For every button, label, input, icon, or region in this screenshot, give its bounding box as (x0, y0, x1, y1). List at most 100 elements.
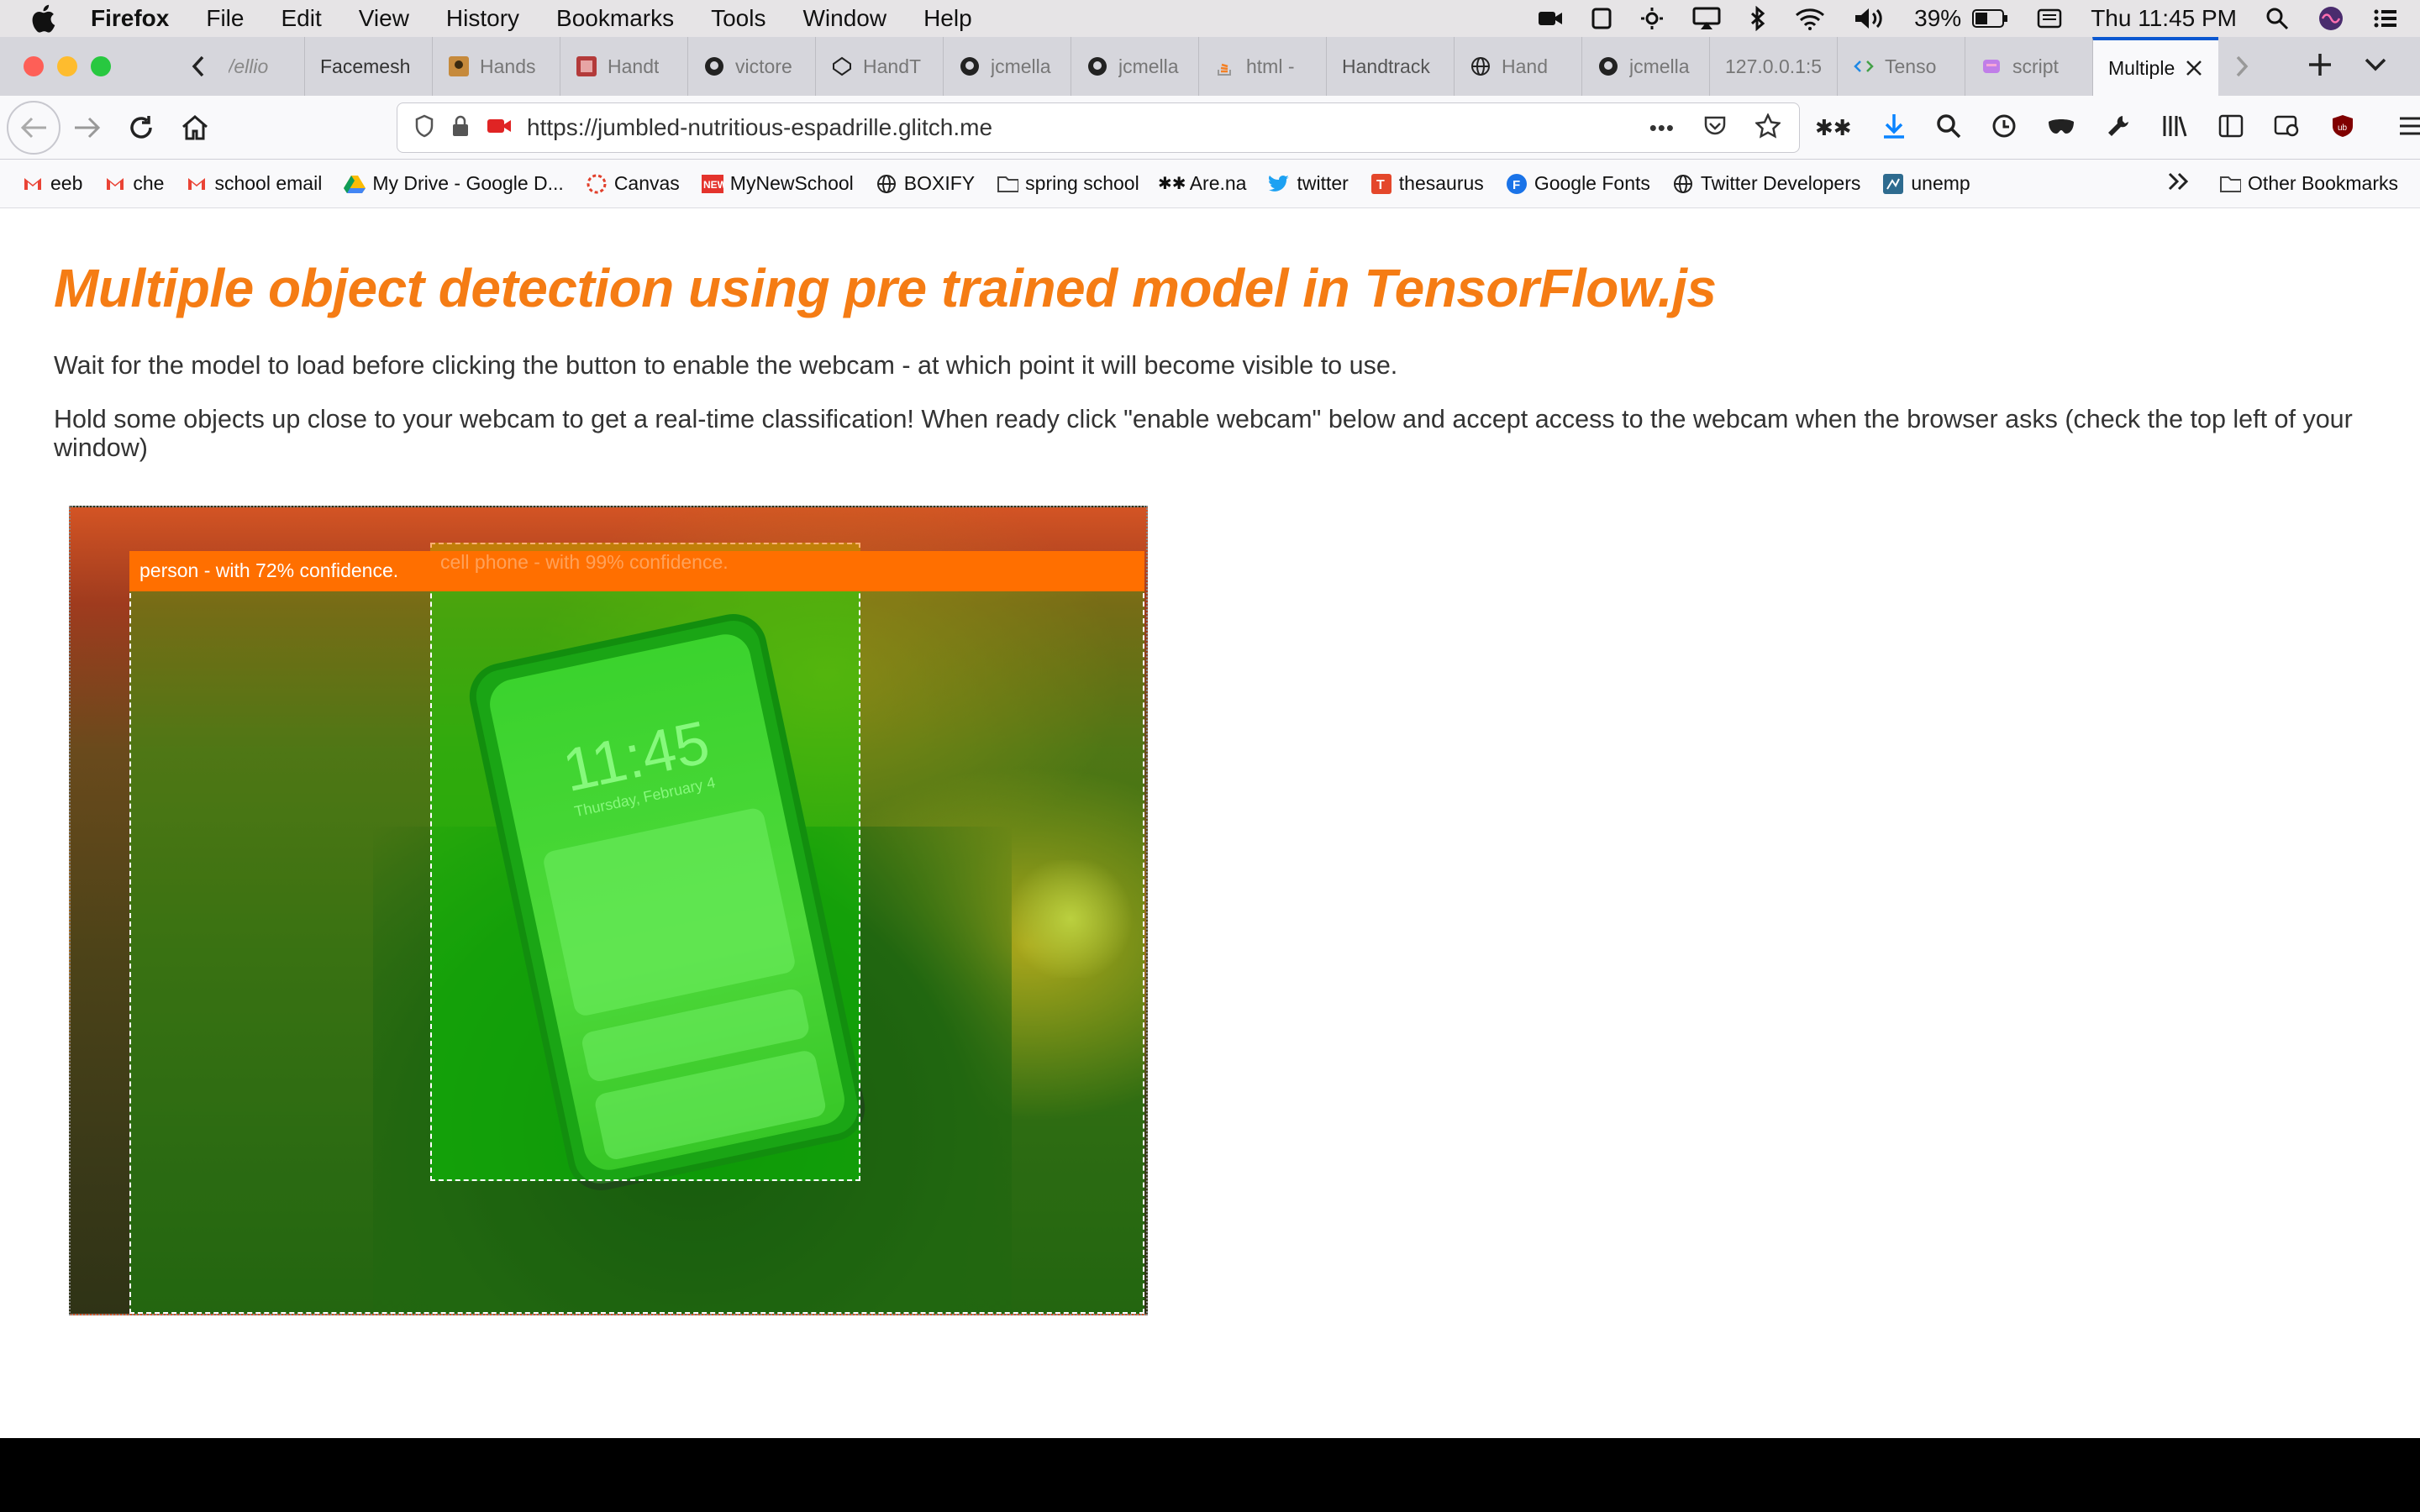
bookmarks-overflow-chevron-icon[interactable] (2167, 171, 2191, 197)
zoom-window-button[interactable] (91, 56, 111, 76)
sidebar-toggle-icon[interactable] (2218, 114, 2244, 142)
tab-scroll-left-button[interactable] (175, 37, 222, 96)
bookmark-canvas[interactable]: Canvas (586, 172, 680, 195)
bluetooth-icon[interactable] (1749, 6, 1766, 31)
menubar-clock[interactable]: Thu 11:45 PM (2091, 5, 2237, 32)
tab-0[interactable]: /ellio (222, 37, 304, 96)
list-all-tabs-icon[interactable] (2365, 57, 2386, 76)
reload-button[interactable] (114, 101, 168, 155)
bookmark-school-email[interactable]: school email (186, 172, 322, 195)
camera-permission-icon[interactable] (487, 116, 512, 140)
bookmark-star-icon[interactable] (1754, 112, 1782, 143)
close-window-button[interactable] (24, 56, 44, 76)
minimize-window-button[interactable] (57, 56, 77, 76)
svg-text:T: T (1376, 178, 1385, 192)
siri-icon[interactable] (2317, 5, 2344, 32)
bookmark-che[interactable]: che (104, 172, 164, 195)
search-icon[interactable] (1936, 113, 1961, 143)
tab-localhost[interactable]: 127.0.0.1:5 (1709, 37, 1837, 96)
menu-bookmarks[interactable]: Bookmarks (556, 5, 674, 32)
bookmark-twitter-developers[interactable]: Twitter Developers (1672, 172, 1860, 195)
tab-active-multiple[interactable]: Multiple (2092, 37, 2218, 96)
arena-extension-icon[interactable]: ✱✱ (1815, 115, 1852, 141)
tab-handtrack[interactable]: Handtrack (1326, 37, 1454, 96)
menu-window[interactable]: Window (802, 5, 886, 32)
tab-handt[interactable]: Handt (560, 37, 687, 96)
tab-hand[interactable]: Hand (1454, 37, 1581, 96)
bookmark-boxify[interactable]: BOXIFY (876, 172, 975, 195)
history-icon[interactable] (1991, 113, 2017, 143)
menu-tools[interactable]: Tools (711, 5, 765, 32)
url-text[interactable]: https://jumbled-nutritious-espadrille.gl… (527, 114, 992, 141)
bookmark-spring-school[interactable]: spring school (997, 172, 1139, 195)
chevron-left-icon (192, 55, 204, 77)
lock-icon[interactable] (451, 114, 470, 142)
bookmark-arena[interactable]: ✱✱ Are.na (1158, 172, 1247, 195)
tab-victore[interactable]: victore (687, 37, 815, 96)
volume-icon[interactable] (1854, 7, 1886, 30)
library-icon[interactable] (2161, 113, 2188, 143)
tab-handt-codepen[interactable]: HandT (815, 37, 943, 96)
downloads-icon[interactable] (1882, 113, 1906, 144)
thesaurus-icon: T (1370, 173, 1392, 195)
bookmark-eeb[interactable]: eeb (22, 172, 82, 195)
menu-help[interactable]: Help (923, 5, 972, 32)
screen-bottom-edge (0, 1438, 2420, 1512)
tab-jcmella-3[interactable]: jcmella (1581, 37, 1709, 96)
unemp-icon (1882, 173, 1904, 195)
notification-center-icon[interactable] (2373, 8, 2398, 29)
menu-history[interactable]: History (446, 5, 519, 32)
tab-tensorflow[interactable]: Tenso (1837, 37, 1965, 96)
bookmark-thesaurus[interactable]: Tthesaurus (1370, 172, 1484, 195)
bookmark-unemp[interactable]: unemp (1882, 172, 1970, 195)
spotlight-icon[interactable] (2265, 7, 2289, 30)
menu-file[interactable]: File (206, 5, 244, 32)
tab-strip: /ellio Facemesh Hands Handt victore Hand… (0, 37, 2420, 96)
back-button[interactable] (7, 100, 60, 155)
app-menu-icon[interactable] (2398, 115, 2420, 141)
home-button[interactable] (168, 101, 222, 155)
menu-view[interactable]: View (359, 5, 409, 32)
battery-icon[interactable] (1971, 8, 2008, 29)
apple-icon[interactable] (30, 4, 67, 33)
tab-hands[interactable]: Hands (432, 37, 560, 96)
keyboard-icon[interactable] (2037, 8, 2062, 29)
tab-html-stackoverflow[interactable]: html - (1198, 37, 1326, 96)
brightness-icon[interactable] (1640, 7, 1664, 30)
bookmark-twitter[interactable]: twitter (1268, 172, 1349, 195)
other-bookmarks[interactable]: Other Bookmarks (2219, 172, 2398, 195)
menu-app-firefox[interactable]: Firefox (91, 5, 169, 32)
page-content: Multiple object detection using pre trai… (0, 208, 2420, 1438)
camera-indicator-icon[interactable] (1538, 9, 1563, 28)
tools-wrench-icon[interactable] (2106, 113, 2131, 143)
tab-jcmella-2[interactable]: jcmella (1071, 37, 1198, 96)
screenshot-icon[interactable] (2274, 113, 2301, 143)
ublock-icon[interactable]: ub (2331, 113, 2354, 143)
tab-jcmella-1[interactable]: jcmella (943, 37, 1071, 96)
bookmark-google-fonts[interactable]: F Google Fonts (1506, 172, 1650, 195)
github-icon (959, 55, 981, 77)
drive-icon (344, 173, 366, 195)
window-controls (24, 56, 175, 76)
menu-edit[interactable]: Edit (281, 5, 321, 32)
forward-button[interactable] (60, 101, 114, 155)
new-tab-icon[interactable] (2307, 52, 2333, 81)
arrow-left-icon (20, 117, 46, 138)
tab-scroll-right-button[interactable] (2218, 37, 2265, 96)
url-bar[interactable]: https://jumbled-nutritious-espadrille.gl… (397, 102, 1800, 153)
wifi-icon[interactable] (1795, 7, 1825, 30)
airplay-icon[interactable] (1692, 7, 1721, 30)
bookmark-my-drive[interactable]: My Drive - Google D... (344, 172, 564, 195)
bookmark-mynewschool[interactable]: NEW MyNewSchool (701, 172, 854, 195)
pocket-icon[interactable] (1703, 115, 1727, 141)
tab-script[interactable]: script (1965, 37, 2092, 96)
page-actions-more-icon[interactable]: ••• (1649, 115, 1675, 141)
battery-percent[interactable]: 39% (1914, 5, 1961, 32)
webcam-video[interactable]: 11:45 Thursday, February 4 person - with… (69, 506, 1148, 1315)
window-icon[interactable] (1591, 8, 1612, 29)
tracking-protection-shield-icon[interactable] (414, 114, 434, 142)
close-tab-icon[interactable] (2185, 59, 2203, 77)
github-icon (1086, 55, 1108, 77)
tab-facemesh[interactable]: Facemesh (304, 37, 432, 96)
private-mask-icon[interactable] (2047, 117, 2075, 139)
